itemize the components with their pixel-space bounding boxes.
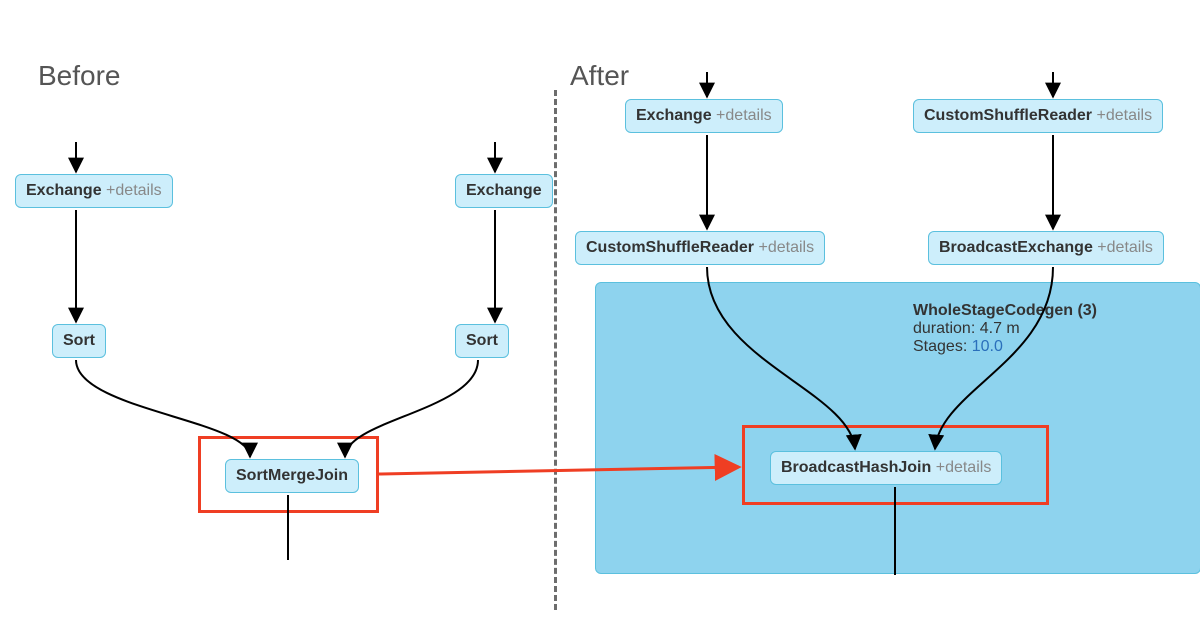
- details-link[interactable]: +details: [716, 107, 772, 124]
- after-customshuffle-left-label: CustomShuffleReader: [586, 239, 754, 256]
- codegen-heading: WholeStageCodegen (3): [913, 302, 1097, 320]
- details-link[interactable]: +details: [106, 182, 162, 199]
- after-broadcast-exchange-node[interactable]: BroadcastExchange +details: [928, 231, 1164, 265]
- before-sort-right-node[interactable]: Sort: [455, 324, 509, 358]
- before-exchange-left-label: Exchange: [26, 182, 102, 199]
- after-broadcast-exchange-label: BroadcastExchange: [939, 239, 1093, 256]
- after-title: After: [570, 60, 629, 92]
- codegen-duration: duration: 4.7 m: [913, 320, 1097, 338]
- codegen-stages: Stages: 10.0: [913, 338, 1097, 356]
- after-customshuffle-left-node[interactable]: CustomShuffleReader +details: [575, 231, 825, 265]
- after-customshuffle-top-node[interactable]: CustomShuffleReader +details: [913, 99, 1163, 133]
- before-sort-left-label: Sort: [63, 332, 95, 349]
- before-exchange-right-node[interactable]: Exchange: [455, 174, 553, 208]
- before-sort-right-label: Sort: [466, 332, 498, 349]
- divider: [554, 90, 557, 610]
- after-customshuffle-top-label: CustomShuffleReader: [924, 107, 1092, 124]
- details-link[interactable]: +details: [1097, 239, 1153, 256]
- after-exchange-node[interactable]: Exchange +details: [625, 99, 783, 133]
- before-exchange-left-node[interactable]: Exchange +details: [15, 174, 173, 208]
- details-link[interactable]: +details: [758, 239, 814, 256]
- after-highlight-box: [742, 425, 1049, 505]
- details-link[interactable]: +details: [1096, 107, 1152, 124]
- before-exchange-right-label: Exchange: [466, 182, 542, 199]
- before-highlight-box: [198, 436, 379, 513]
- codegen-text: WholeStageCodegen (3) duration: 4.7 m St…: [913, 302, 1097, 356]
- before-sort-left-node[interactable]: Sort: [52, 324, 106, 358]
- before-title: Before: [38, 60, 121, 92]
- after-exchange-label: Exchange: [636, 107, 712, 124]
- stages-link[interactable]: 10.0: [972, 338, 1003, 355]
